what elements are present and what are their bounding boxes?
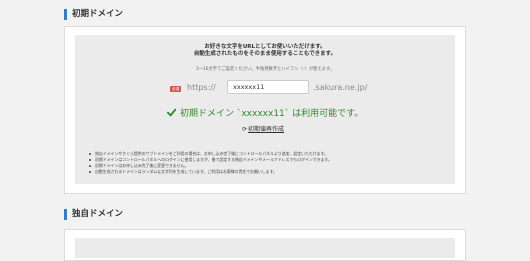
lead-text-1: お好きな文字をURLとしてお使いいただけます。	[204, 44, 326, 50]
custom-domain-panel	[75, 238, 455, 258]
regenerate-label: 初期値再作成	[248, 126, 285, 133]
list-item: 自動生成されるドメインはランダムな文字列を生成しています。ご利用はお客様の責任で…	[89, 169, 449, 175]
custom-domain-card	[64, 229, 466, 261]
initial-domain-panel: お好きな文字をURLとしてお使いいただけます。 自動生成されたものをそのまま使用…	[75, 35, 455, 184]
availability-message: 初期ドメイン `xxxxxx11` は利用可能です。	[167, 106, 363, 119]
lead-text-2: 自動生成されたものをそのまま使用することもできます。	[193, 51, 337, 57]
section-title-initial-domain: 初期ドメイン	[64, 9, 123, 20]
protocol-label: https://	[187, 83, 216, 92]
notes-list: 独自ドメインやさくら提供のサブドメインをご利用の場合は、お申し込み完了後にコント…	[89, 151, 449, 175]
domain-suffix: .sakura.ne.jp/	[313, 83, 368, 92]
refresh-icon: ⟳	[242, 126, 248, 133]
section-title-custom-domain: 独自ドメイン	[64, 209, 123, 220]
initial-domain-card: お好きな文字をURLとしてお使いいただけます。 自動生成されたものをそのまま使用…	[64, 26, 466, 194]
availability-text: 初期ドメイン `xxxxxx11` は利用可能です。	[180, 109, 364, 119]
initial-domain-input[interactable]	[227, 80, 309, 94]
regenerate-default-link[interactable]: ⟳初期値再作成	[242, 124, 284, 133]
input-rule-note: 3〜16文字でご設定ください。半角英数字とハイフン（-）が使えます。	[195, 67, 335, 72]
check-icon	[167, 108, 176, 117]
required-badge: 必須	[170, 86, 182, 92]
